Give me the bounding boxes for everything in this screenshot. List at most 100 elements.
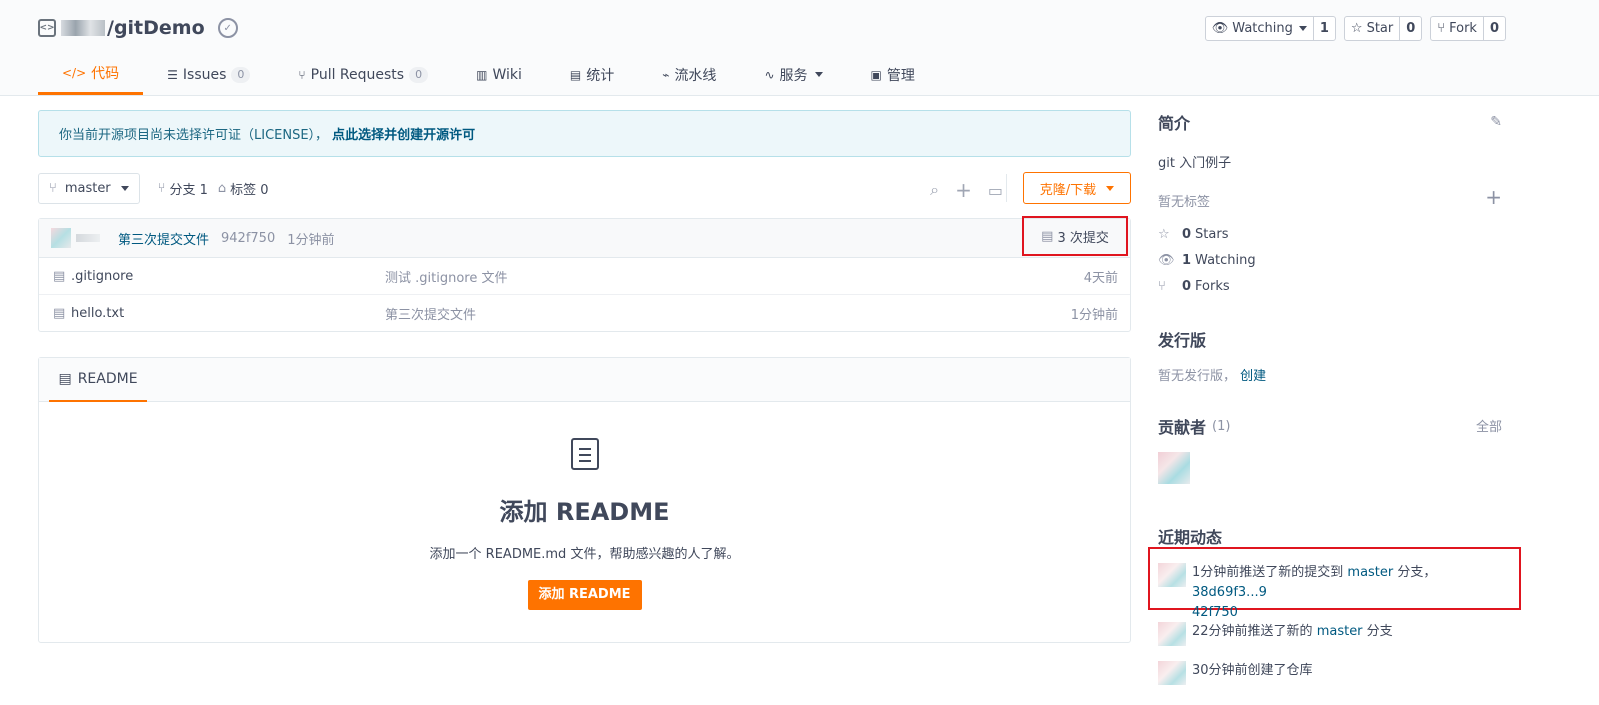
repo-owner-avatar-blur[interactable]	[61, 20, 105, 36]
commit-sha[interactable]: 942f750	[221, 231, 275, 246]
tags-link[interactable]: ⌂ 标签 0	[218, 179, 269, 198]
watching-stat[interactable]: 👁 1 Watching	[1158, 247, 1504, 273]
activity-mid: 分支	[1362, 624, 1393, 639]
committer-name-blur[interactable]	[76, 234, 100, 242]
edit-icon[interactable]: ✎	[1490, 114, 1502, 130]
watch-count[interactable]: 1	[1314, 17, 1335, 40]
search-icon[interactable]: ⌕	[930, 180, 939, 200]
add-icon[interactable]: +	[955, 178, 972, 202]
file-name-link[interactable]: .gitignore	[71, 269, 133, 284]
avatar[interactable]	[1158, 661, 1186, 685]
tab-label: 服务	[779, 67, 808, 84]
intro-title: 简介	[1158, 114, 1191, 133]
tab-label: 统计	[586, 67, 615, 84]
create-license-link[interactable]: 点此选择并创建开源许可	[332, 124, 475, 143]
commit-count-link[interactable]: ▤ 3 次提交	[1022, 216, 1128, 256]
tab-wiki[interactable]: ▥ Wiki	[452, 54, 546, 95]
commit-compare-link[interactable]: 38d69f3...9	[1192, 585, 1267, 600]
avatar[interactable]	[51, 228, 71, 248]
watching-count: 1	[1182, 252, 1192, 268]
file-icon: ▤	[53, 306, 66, 321]
pull-request-icon: ⑂	[298, 67, 306, 82]
create-release-link[interactable]: 创建	[1240, 369, 1266, 384]
badge-icon[interactable]: ✓	[217, 18, 238, 38]
star-button[interactable]: ☆ Star 0	[1343, 16, 1423, 41]
intro-section: 简介 ✎	[1158, 110, 1504, 140]
watch-button[interactable]: 👁 Watching 1	[1204, 16, 1336, 41]
tab-stats[interactable]: ▤ 统计	[546, 54, 638, 95]
chevron-down-icon	[1298, 26, 1307, 31]
watching-label: Watching	[1195, 252, 1256, 268]
commits-icon: ▤	[1041, 228, 1054, 244]
tab-label: Pull Requests	[310, 66, 405, 83]
star-label: Star	[1366, 21, 1394, 36]
file-list: 第三次提交文件 942f750 1分钟前 ▤ 3 次提交 ▤ .gitignor…	[38, 216, 1131, 332]
license-text: 你当前开源项目尚未选择许可证（LICENSE），	[59, 128, 329, 143]
star-icon: ☆	[1350, 21, 1363, 36]
list-item: 1分钟前推送了新的提交到 master 分支， 38d69f3...9 42f750	[1158, 563, 1508, 623]
file-time: 1分钟前	[1070, 308, 1118, 323]
repo-header: <> /gitDemo ✓ 👁 Watching 1 ☆ Star 0 ⑂ Fork …	[0, 0, 1599, 96]
table-row[interactable]: ▤ hello.txt 第三次提交文件 1分钟前	[39, 295, 1130, 332]
tab-readme[interactable]: ▤ README	[49, 358, 147, 402]
branch-link[interactable]: master	[1347, 565, 1393, 580]
repo-stats: ☆ 0 Stars 👁 1 Watching ⑂ 0 Forks	[1158, 221, 1504, 299]
activity-text: 1分钟前推送了新的提交到 master 分支， 38d69f3...9 42f750	[1192, 563, 1508, 623]
avatar[interactable]	[1158, 563, 1186, 587]
fork-count[interactable]: 0	[1484, 17, 1505, 40]
stars-label: Stars	[1195, 226, 1229, 242]
tab-label: Issues	[182, 66, 227, 83]
activity-pre: 1分钟前推送了新的提交到	[1192, 565, 1348, 580]
tab-label: 管理	[886, 67, 915, 84]
branches-link[interactable]: ⑂ 分支 1	[158, 179, 208, 198]
branch-select[interactable]: ⑂ master	[38, 172, 140, 204]
toolbar-divider	[1006, 174, 1007, 202]
commit-message-link[interactable]: 第三次提交文件	[118, 229, 209, 248]
web-ide-icon[interactable]: ▭	[988, 181, 1003, 200]
sidebar: 简介 ✎ git 入门例子 暂无标签 + ☆ 0 Stars 👁 1 Watch…	[1158, 110, 1504, 548]
contributors-count: (1)	[1212, 418, 1231, 434]
fork-button[interactable]: ⑂ Fork 0	[1430, 16, 1506, 41]
all-contributors-link[interactable]: 全部	[1476, 416, 1502, 435]
tags-label: 标签 0	[230, 182, 269, 198]
chevron-down-icon	[120, 185, 129, 191]
branches-label: 分支 1	[169, 182, 208, 198]
release-title: 发行版	[1158, 331, 1207, 350]
avatar[interactable]	[1158, 452, 1190, 484]
tab-manage[interactable]: ▣ 管理	[847, 54, 939, 95]
manage-icon: ▣	[870, 67, 882, 82]
table-row[interactable]: ▤ .gitignore 测试 .gitignore 文件 4天前	[39, 258, 1130, 295]
file-commit-message[interactable]: 第三次提交文件	[385, 304, 476, 323]
file-commit-message[interactable]: 测试 .gitignore 文件	[385, 267, 507, 286]
commit-compare-link-cont[interactable]: 42f750	[1192, 605, 1238, 620]
add-readme-button[interactable]: 添加 README	[527, 580, 642, 610]
avatar[interactable]	[1158, 622, 1186, 646]
forks-count: 0	[1182, 278, 1192, 294]
tag-icon: ⌂	[217, 180, 227, 196]
add-tag-icon[interactable]: +	[1485, 185, 1502, 209]
service-icon: ∿	[764, 67, 775, 82]
branch-link[interactable]: master	[1317, 624, 1363, 639]
tab-issues[interactable]: ☰ Issues 0	[143, 54, 274, 95]
file-name-link[interactable]: hello.txt	[71, 306, 124, 321]
activity-mid: 分支，	[1393, 565, 1437, 580]
no-release-text: 暂无发行版，	[1158, 369, 1237, 384]
contributors-title: 贡献者 (1)	[1158, 414, 1504, 438]
license-notice: 你当前开源项目尚未选择许可证（LICENSE）， 点此选择并创建开源许可	[38, 110, 1131, 157]
stars-stat[interactable]: ☆ 0 Stars	[1158, 221, 1504, 247]
repo-name-link[interactable]: /gitDemo	[107, 17, 205, 39]
tab-pipeline[interactable]: ⌁ 流水线	[638, 54, 740, 95]
tab-pull-requests[interactable]: ⑂ Pull Requests 0	[274, 54, 452, 95]
tab-count: 0	[231, 66, 251, 83]
readme-tab-label: README	[77, 371, 138, 387]
chart-icon: ▤	[569, 67, 582, 82]
repo-description: git 入门例子	[1158, 156, 1232, 171]
tab-code[interactable]: </> 代码	[38, 54, 144, 95]
clone-download-button[interactable]: 克隆/下载	[1023, 172, 1131, 204]
readme-empty-subtitle: 添加一个 README.md 文件，帮助感兴趣的人了解。	[429, 547, 740, 562]
star-count[interactable]: 0	[1400, 17, 1421, 40]
activity-text: 30分钟前创建了仓库	[1192, 661, 1313, 681]
commit-time: 1分钟前	[287, 232, 335, 248]
forks-stat[interactable]: ⑂ 0 Forks	[1158, 273, 1504, 299]
tab-services[interactable]: ∿ 服务	[740, 54, 846, 95]
